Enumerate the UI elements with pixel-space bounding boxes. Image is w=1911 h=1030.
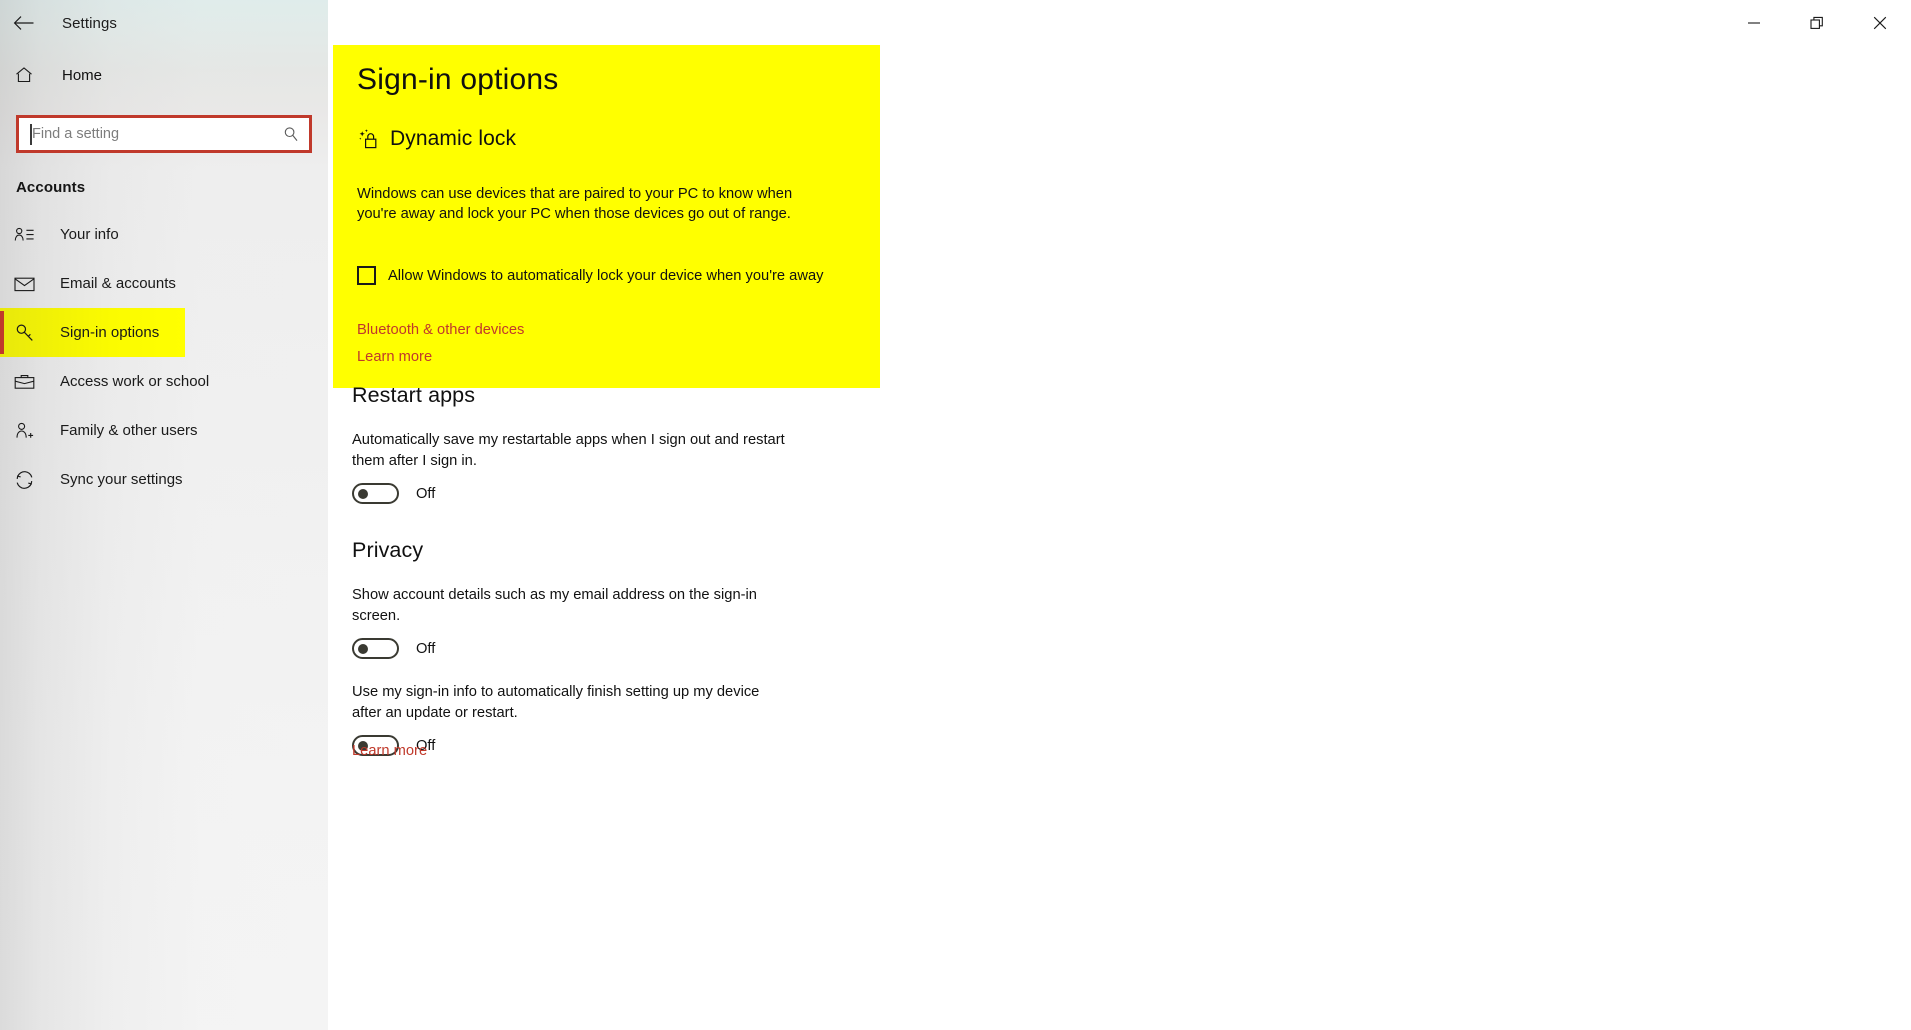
dynamic-lock-heading-label: Dynamic lock [390,127,517,150]
search-icon[interactable] [283,126,299,142]
briefcase-icon [14,373,48,391]
search-box[interactable] [16,115,312,153]
envelope-icon [14,276,48,292]
sidebar-item-access-work-school-label: Access work or school [60,373,210,390]
dynamic-lock-checkbox[interactable] [357,266,376,286]
restart-apps-toggle-state: Off [416,485,436,502]
privacy-title: Privacy [352,538,424,562]
sidebar-nav-list: Your info Email & accounts Sign-in optio… [0,210,328,504]
text-caret [30,124,32,145]
sidebar-item-sync-your-settings[interactable]: Sync your settings [0,455,328,504]
sidebar-item-family-other-users-label: Family & other users [60,422,198,439]
privacy-setting-2-description: Use my sign-in info to automatically fin… [352,684,760,721]
user-details-icon [14,226,48,244]
sidebar-section-label: Accounts [16,179,86,196]
minimize-icon [1747,16,1761,30]
dynamic-lock-description: Windows can use devices that are paired … [357,185,793,222]
key-icon [14,322,48,343]
restore-icon [1809,16,1824,30]
minimize-button[interactable] [1722,0,1785,46]
toggle-knob [358,488,368,499]
restore-button[interactable] [1785,0,1848,46]
sync-icon [14,470,48,490]
page-title: Sign-in options [357,63,559,96]
back-button[interactable] [0,0,48,46]
link-dynamic-lock-learn-more[interactable]: Learn more [333,338,880,388]
title-bar-left: Settings [0,0,328,46]
dynamic-lock-checkbox-row[interactable]: Allow Windows to automatically lock your… [333,238,880,286]
close-icon [1873,16,1887,30]
sidebar-item-your-info-label: Your info [60,226,119,243]
restart-apps-toggle-row: Off [352,483,792,504]
restart-apps-toggle[interactable] [352,483,399,504]
dynamic-lock-heading: Dynamic lock [333,97,880,151]
restart-apps-description: Automatically save my restartable apps w… [352,432,785,469]
title-bar: Settings [0,0,1911,46]
search-input[interactable] [19,119,309,149]
dynamic-lock-icon [357,127,381,151]
dynamic-lock-checkbox-label: Allow Windows to automatically lock your… [388,267,824,284]
app-title: Settings [62,14,117,32]
sidebar-item-sync-your-settings-label: Sync your settings [60,471,183,488]
user-add-icon [14,421,48,441]
dynamic-lock-highlight-block: Sign-in options Dynamic lock Windows can… [333,45,880,389]
back-arrow-icon [13,15,35,31]
privacy-setting-1-toggle-state: Off [416,640,436,657]
sidebar-item-email-accounts[interactable]: Email & accounts [0,259,328,308]
sidebar-item-your-info[interactable]: Your info [0,210,328,259]
sidebar-item-home[interactable]: Home [0,55,328,95]
restart-apps-section: Restart apps Automatically save my resta… [352,383,792,504]
home-icon [14,65,48,85]
sidebar-item-sign-in-options[interactable]: Sign-in options [0,308,185,357]
privacy-show-account-details-toggle[interactable] [352,638,399,659]
close-button[interactable] [1848,0,1911,46]
link-bluetooth-other-devices[interactable]: Bluetooth & other devices [333,285,880,338]
privacy-section: Privacy Show account details such as my … [352,538,792,756]
sidebar-item-sign-in-options-label: Sign-in options [60,324,160,341]
search-container [16,115,312,153]
link-privacy-learn-more[interactable]: Learn more [352,743,427,759]
title-bar-drag-region [328,0,1722,46]
main-content: Sign-in options Dynamic lock Windows can… [328,0,1911,1030]
toggle-knob [358,643,368,654]
sidebar-item-family-other-users[interactable]: Family & other users [0,406,328,455]
privacy-setting-1-toggle-row: Off [352,638,792,659]
restart-apps-title: Restart apps [352,383,476,407]
sidebar-item-access-work-school[interactable]: Access work or school [0,357,328,406]
window-controls [1722,0,1911,46]
sidebar: Home Accounts [0,0,328,1030]
sidebar-item-email-accounts-label: Email & accounts [60,275,176,292]
privacy-setting-1-description: Show account details such as my email ad… [352,587,757,624]
sidebar-item-home-label: Home [62,66,103,84]
